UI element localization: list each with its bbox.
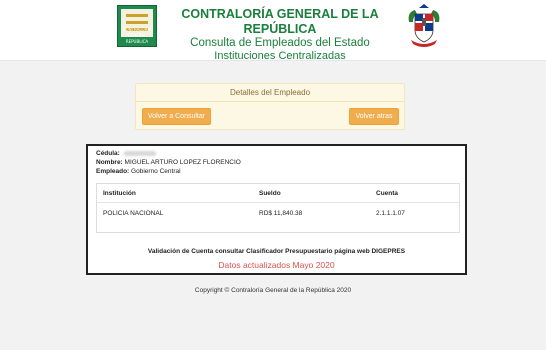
table-divider bbox=[97, 202, 459, 203]
validation-note: Validación de Cuenta consultar Clasifica… bbox=[147, 248, 406, 255]
column-header-cuenta: Cuenta bbox=[376, 190, 399, 197]
cedula-label: Cédula: bbox=[96, 150, 120, 157]
page-header: CONTRALORÍA GENERAL REPÚBLICA CONTRALORÍ… bbox=[0, 0, 546, 63]
nombre-row: Nombre: MIGUEL ARTURO LOPEZ FLORENCIO bbox=[96, 158, 241, 167]
column-header-sueldo: Sueldo bbox=[259, 190, 281, 197]
copyright-footer: Copyright © Contraloría General de la Re… bbox=[194, 287, 352, 294]
employee-details-panel: Detalles del Empleado Volver a Consultar… bbox=[135, 83, 405, 130]
salary-table: Institución Sueldo Cuenta POLICIA NACION… bbox=[96, 183, 460, 233]
nombre-label: Nombre: bbox=[96, 159, 123, 166]
divider bbox=[136, 101, 404, 102]
back-to-search-button[interactable]: Volver a Consultar bbox=[142, 108, 211, 125]
empleado-value: Gobierno Central bbox=[131, 168, 181, 175]
cedula-redacted-value bbox=[123, 150, 156, 156]
empleado-label: Empleado: bbox=[96, 168, 130, 175]
coat-of-arms-icon bbox=[408, 4, 440, 47]
institution-title: CONTRALORÍA GENERAL DE LA REPÚBLICA bbox=[181, 7, 379, 36]
cedula-row: Cédula: bbox=[96, 149, 156, 158]
go-back-button[interactable]: Volver atras bbox=[349, 108, 399, 125]
logo-text: CONTRALORÍA GENERAL REPÚBLICA bbox=[122, 27, 152, 44]
data-updated-note: Datos actualizados Mayo 2020 bbox=[218, 260, 335, 270]
nombre-value: MIGUEL ARTURO LOPEZ FLORENCIO bbox=[124, 159, 241, 166]
header-title-block: CONTRALORÍA GENERAL DE LA REPÚBLICA Cons… bbox=[160, 7, 400, 63]
cell-institucion: POLICIA NACIONAL bbox=[103, 210, 164, 217]
details-title: Detalles del Empleado bbox=[229, 88, 311, 97]
contraloria-logo: CONTRALORÍA GENERAL REPÚBLICA bbox=[117, 5, 157, 47]
page-subtitle: Instituciones Centralizadas bbox=[214, 50, 346, 62]
column-header-institucion: Institución bbox=[103, 190, 136, 197]
page-title: Consulta de Empleados del Estado bbox=[190, 37, 370, 49]
employee-record: Cédula: Nombre: MIGUEL ARTURO LOPEZ FLOR… bbox=[86, 144, 467, 275]
cell-cuenta: 2.1.1.1.07 bbox=[376, 210, 405, 217]
empleado-row: Empleado: Gobierno Central bbox=[96, 167, 181, 176]
cell-sueldo: RD$ 11,840.38 bbox=[259, 210, 303, 217]
